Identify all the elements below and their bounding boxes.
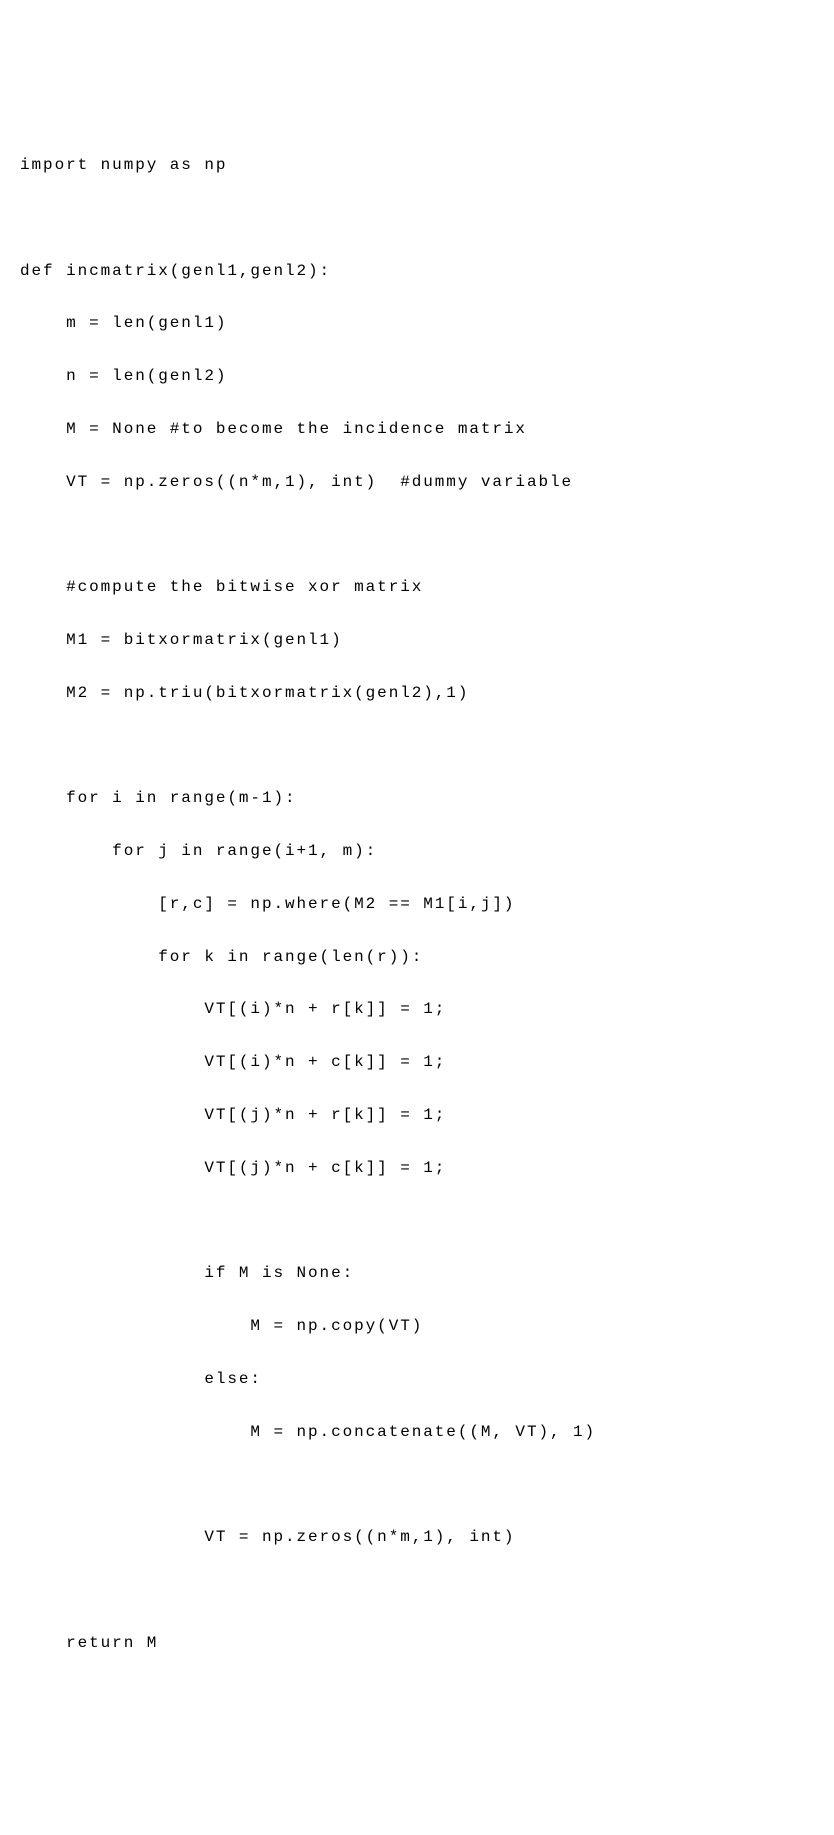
code-line: import numpy as np <box>20 152 814 178</box>
code-line: VT = np.zeros((n*m,1), int) #dummy varia… <box>20 469 814 495</box>
code-line: if M is None: <box>20 1260 814 1286</box>
code-line: VT[(j)*n + r[k]] = 1; <box>20 1102 814 1128</box>
code-line <box>20 1208 814 1234</box>
code-line: M1 = bitxormatrix(genl1) <box>20 627 814 653</box>
code-line: VT[(j)*n + c[k]] = 1; <box>20 1155 814 1181</box>
code-line: M = np.concatenate((M, VT), 1) <box>20 1419 814 1445</box>
code-line: else: <box>20 1366 814 1392</box>
code-line: for k in range(len(r)): <box>20 944 814 970</box>
code-line: VT[(i)*n + r[k]] = 1; <box>20 996 814 1022</box>
code-line: def incmatrix(genl1,genl2): <box>20 258 814 284</box>
code-line <box>20 733 814 759</box>
code-line: M = np.copy(VT) <box>20 1313 814 1339</box>
code-line: for j in range(i+1, m): <box>20 838 814 864</box>
code-line: VT = np.zeros((n*m,1), int) <box>20 1524 814 1550</box>
code-line <box>20 1471 814 1497</box>
code-line: n = len(genl2) <box>20 363 814 389</box>
code-line: for i in range(m-1): <box>20 785 814 811</box>
code-line: m = len(genl1) <box>20 310 814 336</box>
code-listing: import numpy as np def incmatrix(genl1,g… <box>20 126 814 1683</box>
code-line: #compute the bitwise xor matrix <box>20 574 814 600</box>
code-line: M = None #to become the incidence matrix <box>20 416 814 442</box>
code-line <box>20 1577 814 1603</box>
code-line: VT[(i)*n + c[k]] = 1; <box>20 1049 814 1075</box>
code-line <box>20 521 814 547</box>
code-line: return M <box>20 1630 814 1656</box>
code-line <box>20 205 814 231</box>
code-line: M2 = np.triu(bitxormatrix(genl2),1) <box>20 680 814 706</box>
code-line: [r,c] = np.where(M2 == M1[i,j]) <box>20 891 814 917</box>
